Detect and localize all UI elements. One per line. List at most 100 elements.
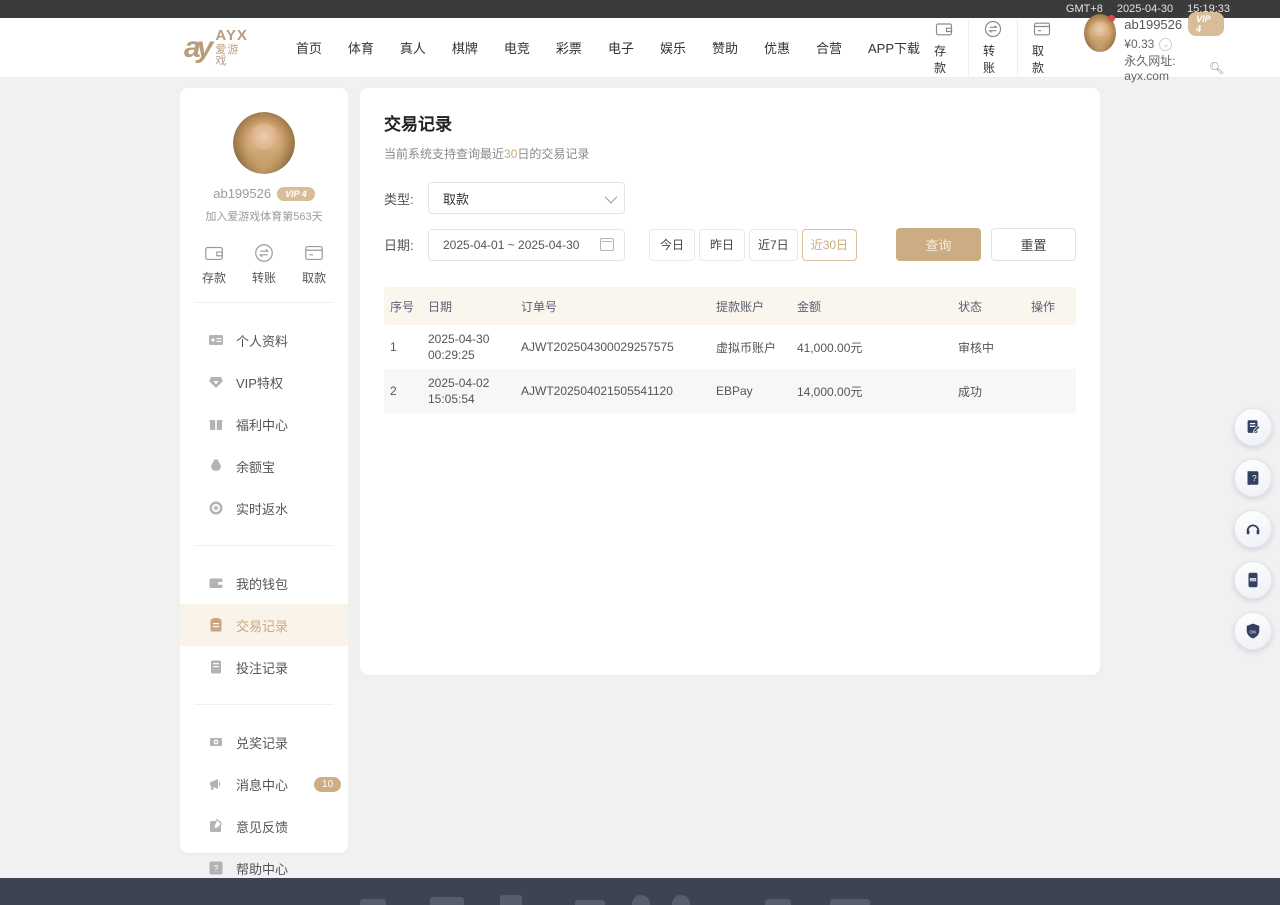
sidebar-item-yuebao[interactable]: 余额宝 — [180, 445, 348, 487]
divider — [194, 302, 334, 303]
date-filter-row: 日期: 2025-04-01 ~ 2025-04-30 今日 昨日 近7日 近3… — [384, 228, 1076, 261]
megaphone-icon — [208, 776, 224, 792]
transactions-panel: 交易记录 当前系统支持查询最近30日的交易记录 类型: 取款 日期: 2025-… — [360, 88, 1100, 675]
sidebar-transfer-button[interactable]: 转账 — [252, 242, 276, 286]
sidebar-item-messages[interactable]: 消息中心 10 — [180, 763, 348, 805]
sidebar-item-wallet[interactable]: 我的钱包 — [180, 562, 348, 604]
reset-button[interactable]: 重置 — [991, 228, 1076, 261]
nav-slots[interactable]: 电子 — [608, 38, 634, 57]
row-amount: 41,000.00元 — [793, 339, 954, 356]
sidebar-item-vip[interactable]: VIP特权 — [180, 361, 348, 403]
sidebar-item-bets[interactable]: 投注记录 — [180, 646, 348, 688]
feedback-float-button[interactable] — [1234, 408, 1272, 446]
transactions-table: 序号 日期 订单号 提款账户 金额 状态 操作 1 2025-04-3000:2… — [384, 287, 1076, 413]
svg-text:?: ? — [1252, 474, 1257, 483]
sidebar-item-transactions[interactable]: 交易记录 — [180, 604, 348, 646]
logo-name: AYX — [215, 28, 247, 43]
deposit-button[interactable]: 存款 — [920, 19, 968, 76]
col-index: 序号 — [384, 298, 424, 315]
nav-home[interactable]: 首页 — [296, 38, 322, 57]
page-title: 交易记录 — [384, 110, 1076, 135]
row-index: 1 — [384, 340, 424, 354]
nav-promo[interactable]: 优惠 — [764, 38, 790, 57]
nav-sponsor[interactable]: 赞助 — [712, 38, 738, 57]
search-icon[interactable]: 🔍︎ — [1209, 61, 1224, 75]
sidebar-deposit-button[interactable]: 存款 — [202, 242, 226, 286]
table-row: 2 2025-04-0215:05:54 AJWT202504021505541… — [384, 369, 1076, 413]
bet-record-icon — [208, 659, 224, 675]
gift-icon — [208, 416, 224, 432]
footer-partner-logo — [360, 899, 386, 905]
withdraw-card-icon — [1032, 19, 1052, 39]
help-float-button[interactable]: ? — [1234, 459, 1272, 497]
row-amount: 14,000.00元 — [793, 383, 954, 400]
nav-entertainment[interactable]: 娱乐 — [660, 38, 686, 57]
app-download-float-button[interactable]: APP — [1234, 561, 1272, 599]
sidebar-vip-badge: VIP 4 — [277, 187, 315, 201]
feedback-edit-icon — [208, 818, 224, 834]
shield-ok-icon: OK — [1244, 622, 1262, 640]
sidebar-item-welfare[interactable]: 福利中心 — [180, 403, 348, 445]
footer-partner-logo — [575, 900, 605, 905]
document-edit-icon — [1244, 418, 1262, 436]
brand-logo[interactable]: ay AYX 爱游戏 — [184, 28, 248, 67]
header-quick-actions: 存款 转账 取款 — [920, 19, 1066, 76]
user-summary[interactable]: ab199526 VIP 4 ¥0.33 ⌄ 永久网址: ayx.com 🔍︎ — [1084, 12, 1224, 83]
nav-boardgames[interactable]: 棋牌 — [452, 38, 478, 57]
row-status: 成功 — [954, 383, 1027, 400]
logo-monogram-icon: ay — [184, 33, 209, 63]
range-today-button[interactable]: 今日 — [649, 229, 695, 261]
calendar-icon — [600, 238, 614, 251]
type-filter-label: 类型: — [384, 189, 428, 208]
quick-range-group: 今日 昨日 近7日 近30日 — [649, 229, 857, 261]
footer-partner-logo — [830, 899, 870, 905]
permanent-url-label: 永久网址: ayx.com — [1124, 52, 1206, 83]
notification-dot — [1108, 15, 1115, 22]
svg-text:APP: APP — [1250, 578, 1256, 582]
sidebar-item-prizes[interactable]: 兑奖记录 — [180, 721, 348, 763]
sidebar-wallet-actions: 存款 转账 取款 — [180, 242, 348, 286]
sidebar-item-profile[interactable]: 个人资料 — [180, 319, 348, 361]
sidebar-menu-group-3: 兑奖记录 消息中心 10 意见反馈 ? 帮助中心 — [180, 721, 348, 889]
sidebar-avatar[interactable] — [233, 112, 295, 174]
customer-service-float-button[interactable] — [1234, 510, 1272, 548]
nav-live[interactable]: 真人 — [400, 38, 426, 57]
col-action: 操作 — [1027, 298, 1076, 315]
avatar-image — [233, 112, 295, 174]
sidebar-username: ab199526 — [213, 186, 271, 201]
footer-partner-logo — [430, 897, 464, 905]
transfer-icon — [983, 19, 1003, 39]
sidebar-menu-group-2: 我的钱包 交易记录 投注记录 — [180, 562, 348, 688]
range-30days-button[interactable]: 近30日 — [802, 229, 857, 261]
floating-action-stack: ? APP OK — [1234, 408, 1272, 650]
type-select[interactable]: 取款 — [428, 182, 625, 214]
row-index: 2 — [384, 384, 424, 398]
nav-sports[interactable]: 体育 — [348, 38, 374, 57]
nav-esports[interactable]: 电竞 — [504, 38, 530, 57]
logo-subtitle: 爱游戏 — [215, 45, 247, 67]
date-range-input[interactable]: 2025-04-01 ~ 2025-04-30 — [428, 229, 625, 261]
withdraw-button[interactable]: 取款 — [1017, 19, 1066, 76]
nav-app-download[interactable]: APP下载 — [868, 38, 920, 57]
row-order-no: AJWT202504021505541120 — [517, 384, 712, 398]
page-subtitle: 当前系统支持查询最近30日的交易记录 — [384, 145, 1076, 162]
divider — [194, 704, 334, 705]
sidebar-item-rebate[interactable]: 实时返水 — [180, 487, 348, 529]
transfer-button[interactable]: 转账 — [968, 19, 1017, 76]
nav-lottery[interactable]: 彩票 — [556, 38, 582, 57]
sidebar-item-feedback[interactable]: 意见反馈 — [180, 805, 348, 847]
refresh-balance-icon[interactable]: ⌄ — [1159, 38, 1172, 51]
balance-amount: ¥0.33 — [1124, 37, 1154, 51]
transaction-list-icon — [208, 617, 224, 633]
sidebar-withdraw-button[interactable]: 取款 — [302, 242, 326, 286]
range-yesterday-button[interactable]: 昨日 — [699, 229, 745, 261]
help-question-icon: ? — [208, 860, 224, 876]
date-filter-label: 日期: — [384, 235, 428, 254]
nav-partner[interactable]: 合营 — [816, 38, 842, 57]
range-7days-button[interactable]: 近7日 — [749, 229, 798, 261]
security-float-button[interactable]: OK — [1234, 612, 1272, 650]
sidebar-menu-group-1: 个人资料 VIP特权 福利中心 余额宝 实时返水 — [180, 319, 348, 529]
vip-gem-icon — [208, 374, 224, 390]
joined-days-label: 加入爱游戏体育第563天 — [180, 208, 348, 224]
query-button[interactable]: 查询 — [896, 228, 981, 261]
